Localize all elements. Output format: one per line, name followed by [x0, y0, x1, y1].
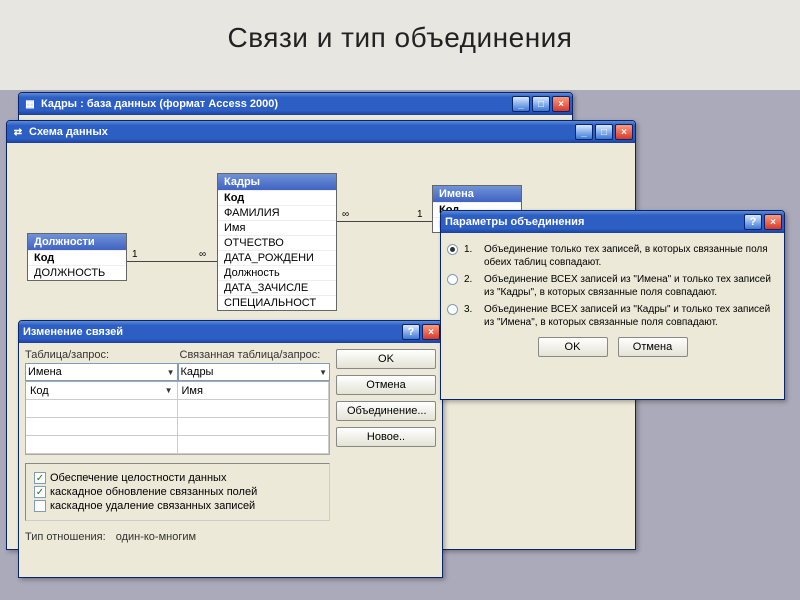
table-field[interactable]: СПЕЦИАЛЬНОСТ: [218, 295, 336, 310]
checkbox-label: Обеспечение целостности данных: [50, 472, 226, 484]
table-kadry[interactable]: Кадры Код ФАМИЛИЯ Имя ОТЧЕСТВО ДАТА_РОЖД…: [217, 173, 337, 311]
table-field[interactable]: ФАМИЛИЯ: [218, 205, 336, 220]
table-field[interactable]: ДОЛЖНОСТЬ: [28, 265, 126, 280]
label-relationship-type: Тип отношения:: [25, 531, 106, 543]
radio-icon: [447, 244, 458, 255]
dialog-join-parameters: Параметры объединения ? × 1. Объединение…: [440, 210, 785, 400]
option-number: 1.: [464, 243, 478, 256]
select-table[interactable]: Имена ▼: [25, 363, 178, 381]
desktop-area: ▦ Кадры : база данных (формат Access 200…: [0, 90, 800, 600]
cardinality-label: ∞: [199, 249, 206, 260]
table-field[interactable]: ДАТА_РОЖДЕНИ: [218, 250, 336, 265]
table-header: Кадры: [218, 174, 336, 190]
radio-option-1[interactable]: 1. Объединение только тех записей, в кот…: [447, 243, 778, 269]
table-dolzhnosti[interactable]: Должности Код ДОЛЖНОСТЬ: [27, 233, 127, 281]
cancel-button[interactable]: Отмена: [618, 337, 688, 357]
field-cell[interactable]: Код ▼: [26, 382, 178, 399]
titlebar-edit[interactable]: Изменение связей ? ×: [19, 321, 442, 343]
window-title: Параметры объединения: [445, 216, 744, 228]
table-field[interactable]: Должность: [218, 265, 336, 280]
schema-icon: ⇄: [11, 125, 25, 139]
window-title: Изменение связей: [23, 326, 402, 338]
cardinality-label: 1: [417, 209, 423, 220]
select-value: Имена: [28, 366, 62, 378]
field-cell[interactable]: [178, 436, 330, 453]
option-text: Объединение только тех записей, в которы…: [484, 243, 778, 269]
table-header: Должности: [28, 234, 126, 250]
ok-button[interactable]: OK: [538, 337, 608, 357]
titlebar-schema[interactable]: ⇄ Схема данных _ □ ×: [7, 121, 635, 143]
field-cell[interactable]: [26, 418, 178, 435]
titlebar-join[interactable]: Параметры объединения ? ×: [441, 211, 784, 233]
checkbox-label: каскадное обновление связанных полей: [50, 486, 257, 498]
close-button[interactable]: ×: [422, 324, 440, 340]
cardinality-label: 1: [132, 249, 138, 260]
page-title: Связи и тип объединения: [0, 0, 800, 72]
option-text: Объединение ВСЕХ записей из "Имена" и то…: [484, 273, 778, 299]
chevron-down-icon: ▼: [319, 368, 327, 377]
table-field[interactable]: Код: [218, 190, 336, 205]
db-icon: ▦: [23, 97, 37, 111]
window-title: Схема данных: [29, 126, 575, 138]
select-related-table[interactable]: Кадры ▼: [178, 363, 331, 381]
close-button[interactable]: ×: [764, 214, 782, 230]
join-button[interactable]: Объединение...: [336, 401, 436, 421]
checkbox-label: каскадное удаление связанных записей: [50, 500, 255, 512]
field-cell[interactable]: [178, 418, 330, 435]
checkbox-integrity[interactable]: ✓ Обеспечение целостности данных: [34, 472, 321, 484]
select-value: Кадры: [181, 366, 214, 378]
maximize-button[interactable]: □: [532, 96, 550, 112]
table-field[interactable]: ОТЧЕСТВО: [218, 235, 336, 250]
option-text: Объединение ВСЕХ записей из "Кадры" и то…: [484, 303, 778, 329]
relationship-line[interactable]: [127, 261, 217, 262]
radio-option-3[interactable]: 3. Объединение ВСЕХ записей из "Кадры" и…: [447, 303, 778, 329]
table-field[interactable]: Код: [28, 250, 126, 265]
checkbox-icon: ✓: [34, 486, 46, 498]
field-cell[interactable]: [26, 400, 178, 417]
checkbox-cascade-delete[interactable]: каскадное удаление связанных записей: [34, 500, 321, 512]
maximize-button[interactable]: □: [595, 124, 613, 140]
cell-value: Имя: [182, 385, 203, 397]
table-header: Имена: [433, 186, 521, 202]
radio-icon: [447, 274, 458, 285]
radio-icon: [447, 304, 458, 315]
new-button[interactable]: Новое..: [336, 427, 436, 447]
option-number: 2.: [464, 273, 478, 286]
close-button[interactable]: ×: [615, 124, 633, 140]
field-cell[interactable]: Имя: [178, 382, 330, 399]
ok-button[interactable]: OK: [336, 349, 436, 369]
close-button[interactable]: ×: [552, 96, 570, 112]
chevron-down-icon: ▼: [167, 368, 175, 377]
label-related-table: Связанная таблица/запрос:: [180, 349, 331, 361]
minimize-button[interactable]: _: [575, 124, 593, 140]
checkbox-icon: [34, 500, 46, 512]
table-field[interactable]: Имя: [218, 220, 336, 235]
relationship-line[interactable]: [337, 221, 432, 222]
minimize-button[interactable]: _: [512, 96, 530, 112]
chevron-down-icon: ▼: [165, 386, 173, 395]
cell-value: Код: [30, 385, 49, 397]
dialog-edit-relationships: Изменение связей ? × Таблица/запрос: Свя…: [18, 320, 443, 578]
help-button[interactable]: ?: [744, 214, 762, 230]
window-title: Кадры : база данных (формат Access 2000): [41, 98, 512, 110]
value-relationship-type: один-ко-многим: [116, 531, 196, 543]
radio-option-2[interactable]: 2. Объединение ВСЕХ записей из "Имена" и…: [447, 273, 778, 299]
checkbox-icon: ✓: [34, 472, 46, 484]
cancel-button[interactable]: Отмена: [336, 375, 436, 395]
titlebar-database[interactable]: ▦ Кадры : база данных (формат Access 200…: [19, 93, 572, 115]
table-field[interactable]: ДАТА_ЗАЧИСЛЕ: [218, 280, 336, 295]
field-cell[interactable]: [26, 436, 178, 453]
field-cell[interactable]: [178, 400, 330, 417]
checkbox-cascade-update[interactable]: ✓ каскадное обновление связанных полей: [34, 486, 321, 498]
label-table: Таблица/запрос:: [25, 349, 176, 361]
option-number: 3.: [464, 303, 478, 316]
help-button[interactable]: ?: [402, 324, 420, 340]
cardinality-label: ∞: [342, 209, 349, 220]
